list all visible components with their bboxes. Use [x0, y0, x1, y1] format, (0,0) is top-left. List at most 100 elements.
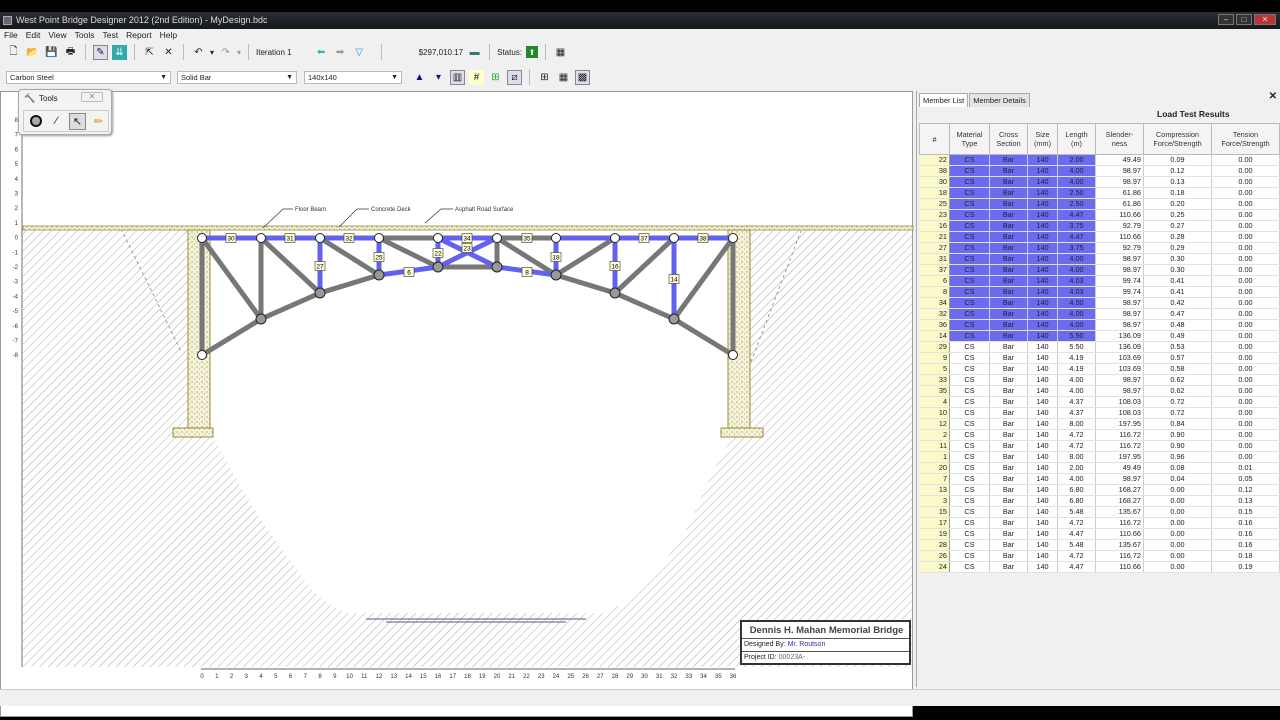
back-arrow-icon[interactable]: ⬅ — [314, 45, 329, 60]
table-cell: 0.00 — [1211, 253, 1280, 265]
table-row[interactable]: 33 CS Bar 140 4.00 98.97 0.62 0.00 — [919, 374, 1280, 386]
table-row[interactable]: 3 CS Bar 140 6.80 168.27 0.00 0.13 — [919, 495, 1280, 507]
table-row[interactable]: 2 CS Bar 140 4.72 116.72 0.90 0.00 — [919, 429, 1280, 441]
template-icon[interactable]: ⧄ — [507, 69, 522, 85]
redo-icon[interactable]: ↷ — [218, 45, 233, 60]
redo-dropdown-icon[interactable]: ▾ — [237, 48, 241, 57]
medium-grid-icon[interactable]: ▦ — [556, 70, 571, 85]
rulers-icon[interactable]: ▥ — [450, 69, 465, 85]
tab-member-list[interactable]: Member List — [919, 93, 969, 107]
decrease-size-icon[interactable]: ▾ — [431, 70, 446, 85]
undo-dropdown-icon[interactable]: ▾ — [210, 48, 214, 57]
table-row[interactable]: 35 CS Bar 140 4.00 98.97 0.62 0.00 — [919, 385, 1280, 397]
table-cell: 0.00 — [1211, 165, 1280, 177]
table-row[interactable]: 13 CS Bar 140 6.80 168.27 0.00 0.12 — [919, 484, 1280, 496]
column-header[interactable]: # — [919, 123, 950, 155]
column-header[interactable]: Slender- ness — [1095, 123, 1144, 155]
select-all-icon[interactable]: ⇱ — [142, 45, 157, 60]
x-ruler-tick: 13 — [390, 674, 397, 680]
table-row[interactable]: 23 CS Bar 140 4.47 110.66 0.25 0.00 — [919, 209, 1280, 221]
close-panel-icon[interactable]: ✕ — [1269, 91, 1277, 102]
grid-icon[interactable]: ▦ — [553, 45, 568, 60]
column-header[interactable]: Tension Force/Strength — [1211, 123, 1280, 155]
menu-edit[interactable]: Edit — [26, 29, 41, 41]
table-row[interactable]: 10 CS Bar 140 4.37 108.03 0.72 0.00 — [919, 407, 1280, 419]
column-header[interactable]: Size (mm) — [1027, 123, 1058, 155]
table-row[interactable]: 19 CS Bar 140 4.47 110.66 0.00 0.16 — [919, 528, 1280, 540]
table-row[interactable]: 27 CS Bar 140 3.75 92.79 0.29 0.00 — [919, 242, 1280, 254]
table-row[interactable]: 1 CS Bar 140 8.00 197.95 0.96 0.00 — [919, 451, 1280, 463]
member-numbers-icon[interactable]: # — [469, 69, 484, 85]
menu-file[interactable]: File — [4, 29, 18, 41]
forward-arrow-icon[interactable]: ➡ — [333, 45, 348, 60]
table-row[interactable]: 11 CS Bar 140 4.72 116.72 0.90 0.00 — [919, 440, 1280, 452]
member-tool-icon[interactable]: ⁄ — [48, 113, 65, 130]
menu-help[interactable]: Help — [160, 29, 177, 41]
column-header[interactable]: Material Type — [949, 123, 990, 155]
tab-member-details[interactable]: Member Details — [969, 93, 1030, 107]
fine-grid-icon[interactable]: ▩ — [575, 69, 590, 85]
table-row[interactable]: 24 CS Bar 140 4.47 110.66 0.00 0.19 — [919, 561, 1280, 573]
table-row[interactable]: 22 CS Bar 140 2.00 49.49 0.09 0.00 — [919, 154, 1280, 166]
cost-calculator-icon[interactable]: ▬ — [467, 45, 482, 60]
table-row[interactable]: 16 CS Bar 140 3.75 92.79 0.27 0.00 — [919, 220, 1280, 232]
close-button[interactable]: ✕ — [1254, 14, 1276, 25]
table-row[interactable]: 6 CS Bar 140 4.03 99.74 0.41 0.00 — [919, 275, 1280, 287]
joint-tool-icon[interactable] — [27, 113, 44, 130]
table-row[interactable]: 37 CS Bar 140 4.00 98.97 0.30 0.00 — [919, 264, 1280, 276]
menu-view[interactable]: View — [48, 29, 66, 41]
table-row[interactable]: 18 CS Bar 140 2.50 61.86 0.18 0.00 — [919, 187, 1280, 199]
table-row[interactable]: 34 CS Bar 140 4.00 98.97 0.42 0.00 — [919, 297, 1280, 309]
column-header[interactable]: Cross Section — [989, 123, 1028, 155]
table-row[interactable]: 36 CS Bar 140 4.00 98.97 0.48 0.00 — [919, 319, 1280, 331]
table-row[interactable]: 20 CS Bar 140 2.00 49.49 0.08 0.01 — [919, 462, 1280, 474]
menu-test[interactable]: Test — [102, 29, 118, 41]
section-select[interactable]: Solid Bar ▼ — [177, 71, 297, 84]
print-icon[interactable]: 🖶 — [63, 45, 78, 60]
table-row[interactable]: 8 CS Bar 140 4.03 99.74 0.41 0.00 — [919, 286, 1280, 298]
open-folder-icon[interactable]: 📂 — [25, 45, 40, 60]
table-row[interactable]: 28 CS Bar 140 5.48 135.67 0.00 0.16 — [919, 539, 1280, 551]
table-row[interactable]: 32 CS Bar 140 4.00 98.97 0.47 0.00 — [919, 308, 1280, 320]
member-label: 25 — [373, 252, 385, 262]
column-header[interactable]: Compression Force/Strength — [1143, 123, 1212, 155]
table-row[interactable]: 15 CS Bar 140 5.48 135.67 0.00 0.15 — [919, 506, 1280, 518]
close-palette-button[interactable]: ✕ — [81, 92, 103, 102]
status-ok-icon[interactable]: ⬆ — [526, 46, 539, 58]
table-row[interactable]: 5 CS Bar 140 4.19 103.69 0.58 0.00 — [919, 363, 1280, 375]
table-cell: 6 — [919, 275, 950, 287]
delete-icon[interactable]: ✕ — [161, 45, 176, 60]
table-row[interactable]: 9 CS Bar 140 4.19 103.69 0.57 0.00 — [919, 352, 1280, 364]
load-test-icon[interactable]: ⇊ — [112, 44, 127, 60]
table-row[interactable]: 30 CS Bar 140 4.00 98.97 0.13 0.00 — [919, 176, 1280, 188]
menu-report[interactable]: Report — [126, 29, 152, 41]
column-header[interactable]: Length (m) — [1057, 123, 1096, 155]
select-tool-icon[interactable]: ↖ — [69, 112, 86, 130]
table-row[interactable]: 29 CS Bar 140 5.50 136.09 0.53 0.00 — [919, 341, 1280, 353]
save-icon[interactable]: 💾 — [44, 45, 59, 60]
material-select[interactable]: Carbon Steel ▼ — [6, 71, 171, 84]
table-row[interactable]: 14 CS Bar 140 5.50 136.09 0.49 0.00 — [919, 330, 1280, 342]
coarse-grid-icon[interactable]: ⊞ — [537, 70, 552, 85]
eraser-tool-icon[interactable]: ✏ — [90, 113, 107, 130]
menu-tools[interactable]: Tools — [75, 29, 95, 41]
minimize-button[interactable]: – — [1218, 14, 1234, 25]
iteration-dropdown-icon[interactable]: ▽ — [352, 45, 367, 60]
new-file-icon[interactable]: 🗋 — [6, 45, 21, 60]
table-row[interactable]: 12 CS Bar 140 8.00 197.95 0.84 0.00 — [919, 418, 1280, 430]
table-row[interactable]: 26 CS Bar 140 4.72 116.72 0.00 0.18 — [919, 550, 1280, 562]
table-row[interactable]: 31 CS Bar 140 4.00 98.97 0.30 0.00 — [919, 253, 1280, 265]
table-row[interactable]: 38 CS Bar 140 4.00 98.97 0.12 0.00 — [919, 165, 1280, 177]
table-row[interactable]: 21 CS Bar 140 4.47 110.66 0.28 0.00 — [919, 231, 1280, 243]
table-row[interactable]: 4 CS Bar 140 4.37 108.03 0.72 0.00 — [919, 396, 1280, 408]
table-row[interactable]: 7 CS Bar 140 4.00 98.97 0.04 0.05 — [919, 473, 1280, 485]
increase-size-icon[interactable]: ▲ — [412, 70, 427, 85]
maximize-button[interactable]: □ — [1236, 14, 1252, 25]
undo-icon[interactable]: ↶ — [191, 45, 206, 60]
table-row[interactable]: 17 CS Bar 140 4.72 116.72 0.00 0.16 — [919, 517, 1280, 529]
table-cell: 140 — [1027, 473, 1058, 485]
table-row[interactable]: 25 CS Bar 140 2.50 61.86 0.20 0.00 — [919, 198, 1280, 210]
member-list-icon[interactable]: ⊞ — [488, 70, 503, 85]
size-select[interactable]: 140x140 ▼ — [304, 71, 402, 84]
drawing-board-icon[interactable]: ✎ — [93, 44, 108, 60]
